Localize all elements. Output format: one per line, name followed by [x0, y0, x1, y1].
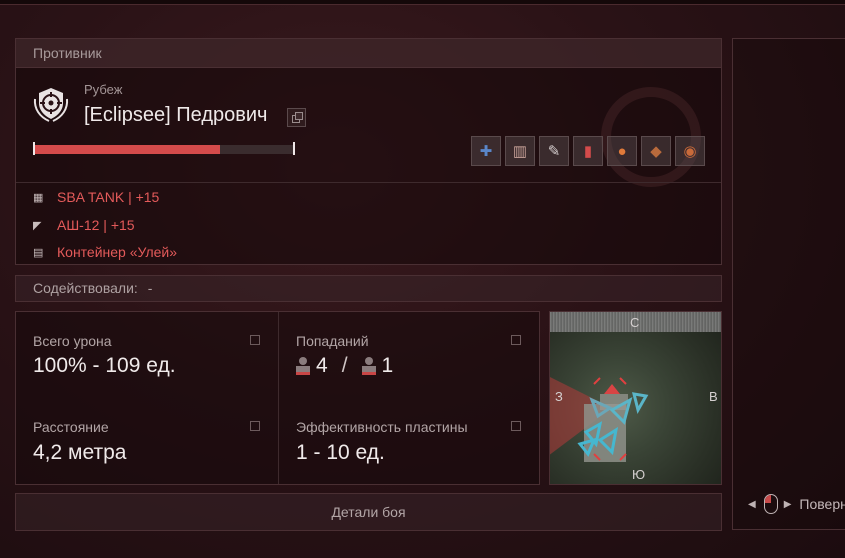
hits-head-count: 1 — [381, 354, 394, 377]
pills-icon[interactable]: ▥ — [505, 136, 535, 166]
rank-label: Рубеж — [84, 82, 123, 97]
minimap-overlay — [550, 377, 649, 462]
assist-value: - — [147, 280, 153, 296]
info-icon[interactable] — [511, 421, 521, 431]
injector-icon[interactable]: ▮ — [573, 136, 603, 166]
arrow-right-icon: ▶ — [783, 498, 792, 510]
body-hit-icon — [296, 357, 310, 375]
gear-weapon: ◤ АШ-12 | +15 — [33, 215, 135, 235]
model-viewer-panel[interactable] — [732, 38, 845, 530]
health-bar-cap-left — [33, 142, 35, 155]
distance-value: 4,2 метра — [33, 441, 127, 464]
stats-panel: Всего урона 100% - 109 ед. Попаданий 4 /… — [15, 311, 540, 485]
map-west-label: З — [555, 389, 563, 404]
total-damage-label: Всего урона — [33, 333, 112, 349]
info-icon[interactable] — [250, 335, 260, 345]
top-bar — [0, 0, 845, 5]
distance-label: Расстояние — [33, 419, 109, 435]
plate-efficiency-label: Эффективность пластины — [296, 419, 468, 435]
rotate-hint-label: Поверну — [799, 496, 845, 512]
stats-separator — [278, 312, 279, 484]
battle-details-button[interactable]: Детали боя — [15, 493, 722, 531]
minimap[interactable]: С Ю З В — [549, 311, 722, 485]
info-icon[interactable] — [511, 335, 521, 345]
food-icon[interactable]: ◆ — [641, 136, 671, 166]
syringe-icon[interactable]: ✎ — [539, 136, 569, 166]
medkit-icon[interactable]: ✚ — [471, 136, 501, 166]
rank-emblem-icon — [33, 88, 69, 122]
player-name: [Eclipsee] Педрович — [84, 104, 268, 126]
assist-row: Содействовали: - — [15, 275, 722, 302]
container-icon: ▤ — [33, 246, 44, 259]
gear-container: ▤ Контейнер «Улей» — [33, 242, 177, 262]
info-icon[interactable] — [250, 421, 260, 431]
health-bar — [33, 142, 295, 155]
weapon-icon: ◤ — [33, 219, 42, 232]
armor-icon: ▦ — [33, 191, 44, 204]
health-bar-cap-right — [293, 142, 295, 155]
hits-body-count: 4 — [316, 354, 328, 377]
assist-label: Содействовали: — [33, 280, 138, 296]
mouse-icon — [763, 494, 778, 514]
enemy-panel: Противник Рубеж [Eclipsee] Педрович ✚ ▥ ✎ ▮… — [15, 38, 722, 265]
total-damage-value: 100% - 109 ед. — [33, 354, 176, 377]
gear-weapon-label: АШ-12 | +15 — [57, 217, 135, 233]
gear-container-label: Контейнер «Улей» — [57, 244, 178, 260]
stew-icon[interactable]: ◉ — [675, 136, 705, 166]
map-north-label: С — [630, 315, 640, 330]
health-bar-fill — [33, 145, 221, 154]
gear-armor-label: SBA TANK | +15 — [57, 189, 160, 205]
gear-divider — [16, 182, 721, 183]
hits-slash: / — [341, 354, 348, 377]
hits-label: Попаданий — [296, 333, 369, 349]
gear-armor: ▦ SBA TANK | +15 — [33, 187, 159, 207]
rotate-hint: ◀ ▶ Поверну — [748, 494, 845, 514]
plate-efficiency-value: 1 - 10 ед. — [296, 441, 385, 464]
inventory-items: ✚ ▥ ✎ ▮ ● ◆ ◉ — [471, 136, 705, 166]
arrow-left-icon: ◀ — [748, 498, 756, 510]
grenade-icon[interactable]: ● — [607, 136, 637, 166]
copy-name-icon[interactable] — [287, 108, 306, 127]
hits-value: 4 / 1 — [296, 354, 393, 378]
head-hit-icon — [361, 357, 376, 375]
map-east-label: В — [709, 389, 718, 404]
map-south-label: Ю — [632, 467, 646, 482]
enemy-panel-header: Противник — [16, 39, 721, 68]
